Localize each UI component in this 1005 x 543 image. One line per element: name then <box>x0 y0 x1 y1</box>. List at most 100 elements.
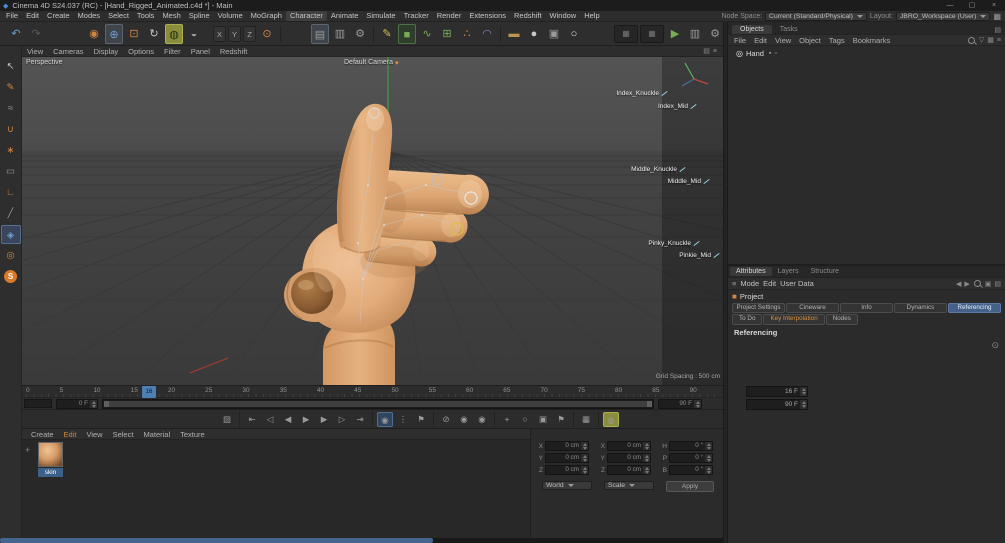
spline-primitive-icon[interactable]: ∿ <box>418 24 436 44</box>
undo-icon[interactable]: ↶ <box>7 24 25 44</box>
render-settings-icon[interactable]: ⚙ <box>351 24 369 44</box>
menu-character[interactable]: Character <box>285 11 327 21</box>
menu-file[interactable]: File <box>2 11 22 21</box>
menu-tracker[interactable]: Tracker <box>400 11 433 21</box>
current-frame-field[interactable]: 16 F <box>746 386 808 397</box>
range-slider[interactable] <box>102 399 654 409</box>
close-button[interactable]: × <box>983 0 1005 11</box>
key-pla-icon[interactable]: ⚑ <box>553 412 569 427</box>
coordinate-system-icon[interactable]: ⊙ <box>258 24 276 44</box>
lock-icon[interactable]: ▣ <box>985 280 992 288</box>
objects-menu-object[interactable]: Object <box>795 36 825 45</box>
rotate-tool-icon[interactable]: ↻ <box>145 24 163 44</box>
autokey-dots-icon[interactable]: ⋮ <box>395 412 411 427</box>
mirror-tool-icon[interactable]: ◈ <box>0 225 21 244</box>
stepper-icon[interactable] <box>705 442 712 450</box>
object-tree[interactable]: ◎ Hand ▪ ▫ <box>728 46 1005 264</box>
objects-menu-file[interactable]: File <box>730 36 750 45</box>
viewport-options-icon[interactable]: ≡ <box>713 48 717 55</box>
material-thumbnail-skin[interactable] <box>38 442 63 467</box>
rig-label-pinky-knuckle[interactable]: Pinky_Knuckle <box>648 240 700 247</box>
stepper-icon[interactable] <box>800 400 807 409</box>
stepper-icon[interactable] <box>705 454 712 462</box>
stepper-icon[interactable] <box>581 466 588 474</box>
snap-grid-icon[interactable]: ▦ <box>578 412 594 427</box>
apply-button[interactable]: Apply <box>666 481 714 492</box>
range-start-field[interactable]: 0 F <box>56 399 98 409</box>
magnet-tool-icon[interactable]: ∪ <box>1 120 21 139</box>
pen-tool-icon[interactable]: ✎ <box>378 24 396 44</box>
stepper-icon[interactable] <box>800 387 807 396</box>
pos-y-field[interactable]: 0 cm <box>545 453 589 463</box>
viewport-panel-icon[interactable]: ▤ <box>703 47 710 55</box>
menu-animate[interactable]: Animate <box>327 11 363 21</box>
scale-y-field[interactable]: 0 cm <box>607 453 651 463</box>
menu-window[interactable]: Window <box>546 11 581 21</box>
tab-structure[interactable]: Structure <box>805 267 845 276</box>
menu-extensions[interactable]: Extensions <box>465 11 510 21</box>
pos-z-field[interactable]: 0 cm <box>545 465 589 475</box>
knife-tool-icon[interactable]: ╱ <box>1 204 21 223</box>
deformer-icon[interactable]: ◠ <box>478 24 496 44</box>
render-picture-viewer-icon[interactable]: ▥ <box>331 24 349 44</box>
material-menu-texture[interactable]: Texture <box>175 430 210 439</box>
axis-x-button[interactable]: X <box>213 25 226 42</box>
viewport-menu-display[interactable]: Display <box>89 47 124 56</box>
tab-nodes[interactable]: Nodes <box>825 314 858 325</box>
panel-icon[interactable]: ▤ <box>994 280 1001 288</box>
menu-render[interactable]: Render <box>433 11 466 21</box>
tab-project-settings[interactable]: Project Settings <box>732 303 785 313</box>
add-cube-icon[interactable]: ■ <box>398 23 416 44</box>
menu-create[interactable]: Create <box>43 11 74 21</box>
viewport-canvas[interactable]: Perspective Default Camera ◆ Index_Knuck… <box>22 57 723 385</box>
play-render-icon[interactable]: ▶ <box>666 24 684 44</box>
timeline-ruler[interactable]: 0 5 10 15 20 25 30 35 40 45 50 55 60 65 … <box>22 385 723 398</box>
simulate-icon[interactable]: ∴ <box>458 24 476 44</box>
tab-info[interactable]: Info <box>840 303 893 313</box>
tweak-tool-icon[interactable]: ◒ <box>185 24 203 44</box>
panel-menu-icon[interactable]: ▤ <box>994 26 1001 34</box>
smooth-tool-icon[interactable]: ≈ <box>1 99 21 118</box>
rot-h-field[interactable]: 0 ° <box>669 441 713 451</box>
material-menu-material[interactable]: Material <box>138 430 175 439</box>
panel-options-icon[interactable]: ≡ <box>997 37 1001 44</box>
scale-z-field[interactable]: 0 cm <box>607 465 651 475</box>
tab-tasks[interactable]: Tasks <box>772 25 806 34</box>
playhead[interactable]: 16 <box>142 386 156 398</box>
menu-tools[interactable]: Tools <box>133 11 159 21</box>
layout-panel-b-icon[interactable]: ▦ <box>640 24 664 43</box>
object-name[interactable]: Hand <box>746 49 764 58</box>
active-tool-icon[interactable]: ◍ <box>165 23 183 44</box>
keyframe-marker-icon[interactable]: ⚑ <box>413 412 429 427</box>
menu-mograph[interactable]: MoGraph <box>247 11 286 21</box>
key-parameter-icon[interactable]: ▣ <box>535 412 551 427</box>
stepper-icon[interactable] <box>581 442 588 450</box>
active-tool-anim-icon[interactable]: ◍ <box>603 411 619 427</box>
stepper-icon[interactable] <box>643 454 650 462</box>
sculpt-badge-icon[interactable]: S <box>4 270 17 283</box>
material-menu-edit[interactable]: Edit <box>59 430 82 439</box>
preferences-gear-icon[interactable]: ⚙ <box>706 24 724 44</box>
rig-label-middle-mid[interactable]: Middle_Mid <box>668 178 710 185</box>
object-row-hand[interactable]: ◎ Hand ▪ ▫ <box>728 48 1005 59</box>
minimize-button[interactable]: — <box>939 0 961 11</box>
node-space-dropdown[interactable]: Current (Standard/Physical) <box>765 11 867 21</box>
stepper-icon[interactable] <box>90 400 97 408</box>
scale-tool-icon[interactable]: ⊡ <box>125 24 143 44</box>
record-keyframe-icon[interactable]: ◉ <box>377 411 393 427</box>
edit-menu[interactable]: Edit <box>763 279 776 288</box>
viewport-menu-options[interactable]: Options <box>123 47 159 56</box>
stepper-icon[interactable] <box>643 466 650 474</box>
key-position-icon[interactable]: + <box>499 412 515 427</box>
mograph-icon[interactable]: ⊞ <box>438 24 456 44</box>
tab-cineware[interactable]: Cineware <box>786 303 839 313</box>
view-label[interactable]: Perspective <box>26 59 63 66</box>
mode-menu[interactable]: Mode <box>740 279 759 288</box>
tab-key-interpolation[interactable]: Key Interpolation <box>763 314 825 325</box>
coord-mode-dropdown[interactable]: Scale <box>604 481 654 490</box>
update-circle-icon[interactable]: ⊙ <box>991 340 999 351</box>
tab-referencing[interactable]: Referencing <box>948 303 1001 313</box>
stepper-icon[interactable] <box>643 442 650 450</box>
user-data-menu[interactable]: User Data <box>780 279 814 288</box>
record-off-icon[interactable]: ⊘ <box>438 412 454 427</box>
